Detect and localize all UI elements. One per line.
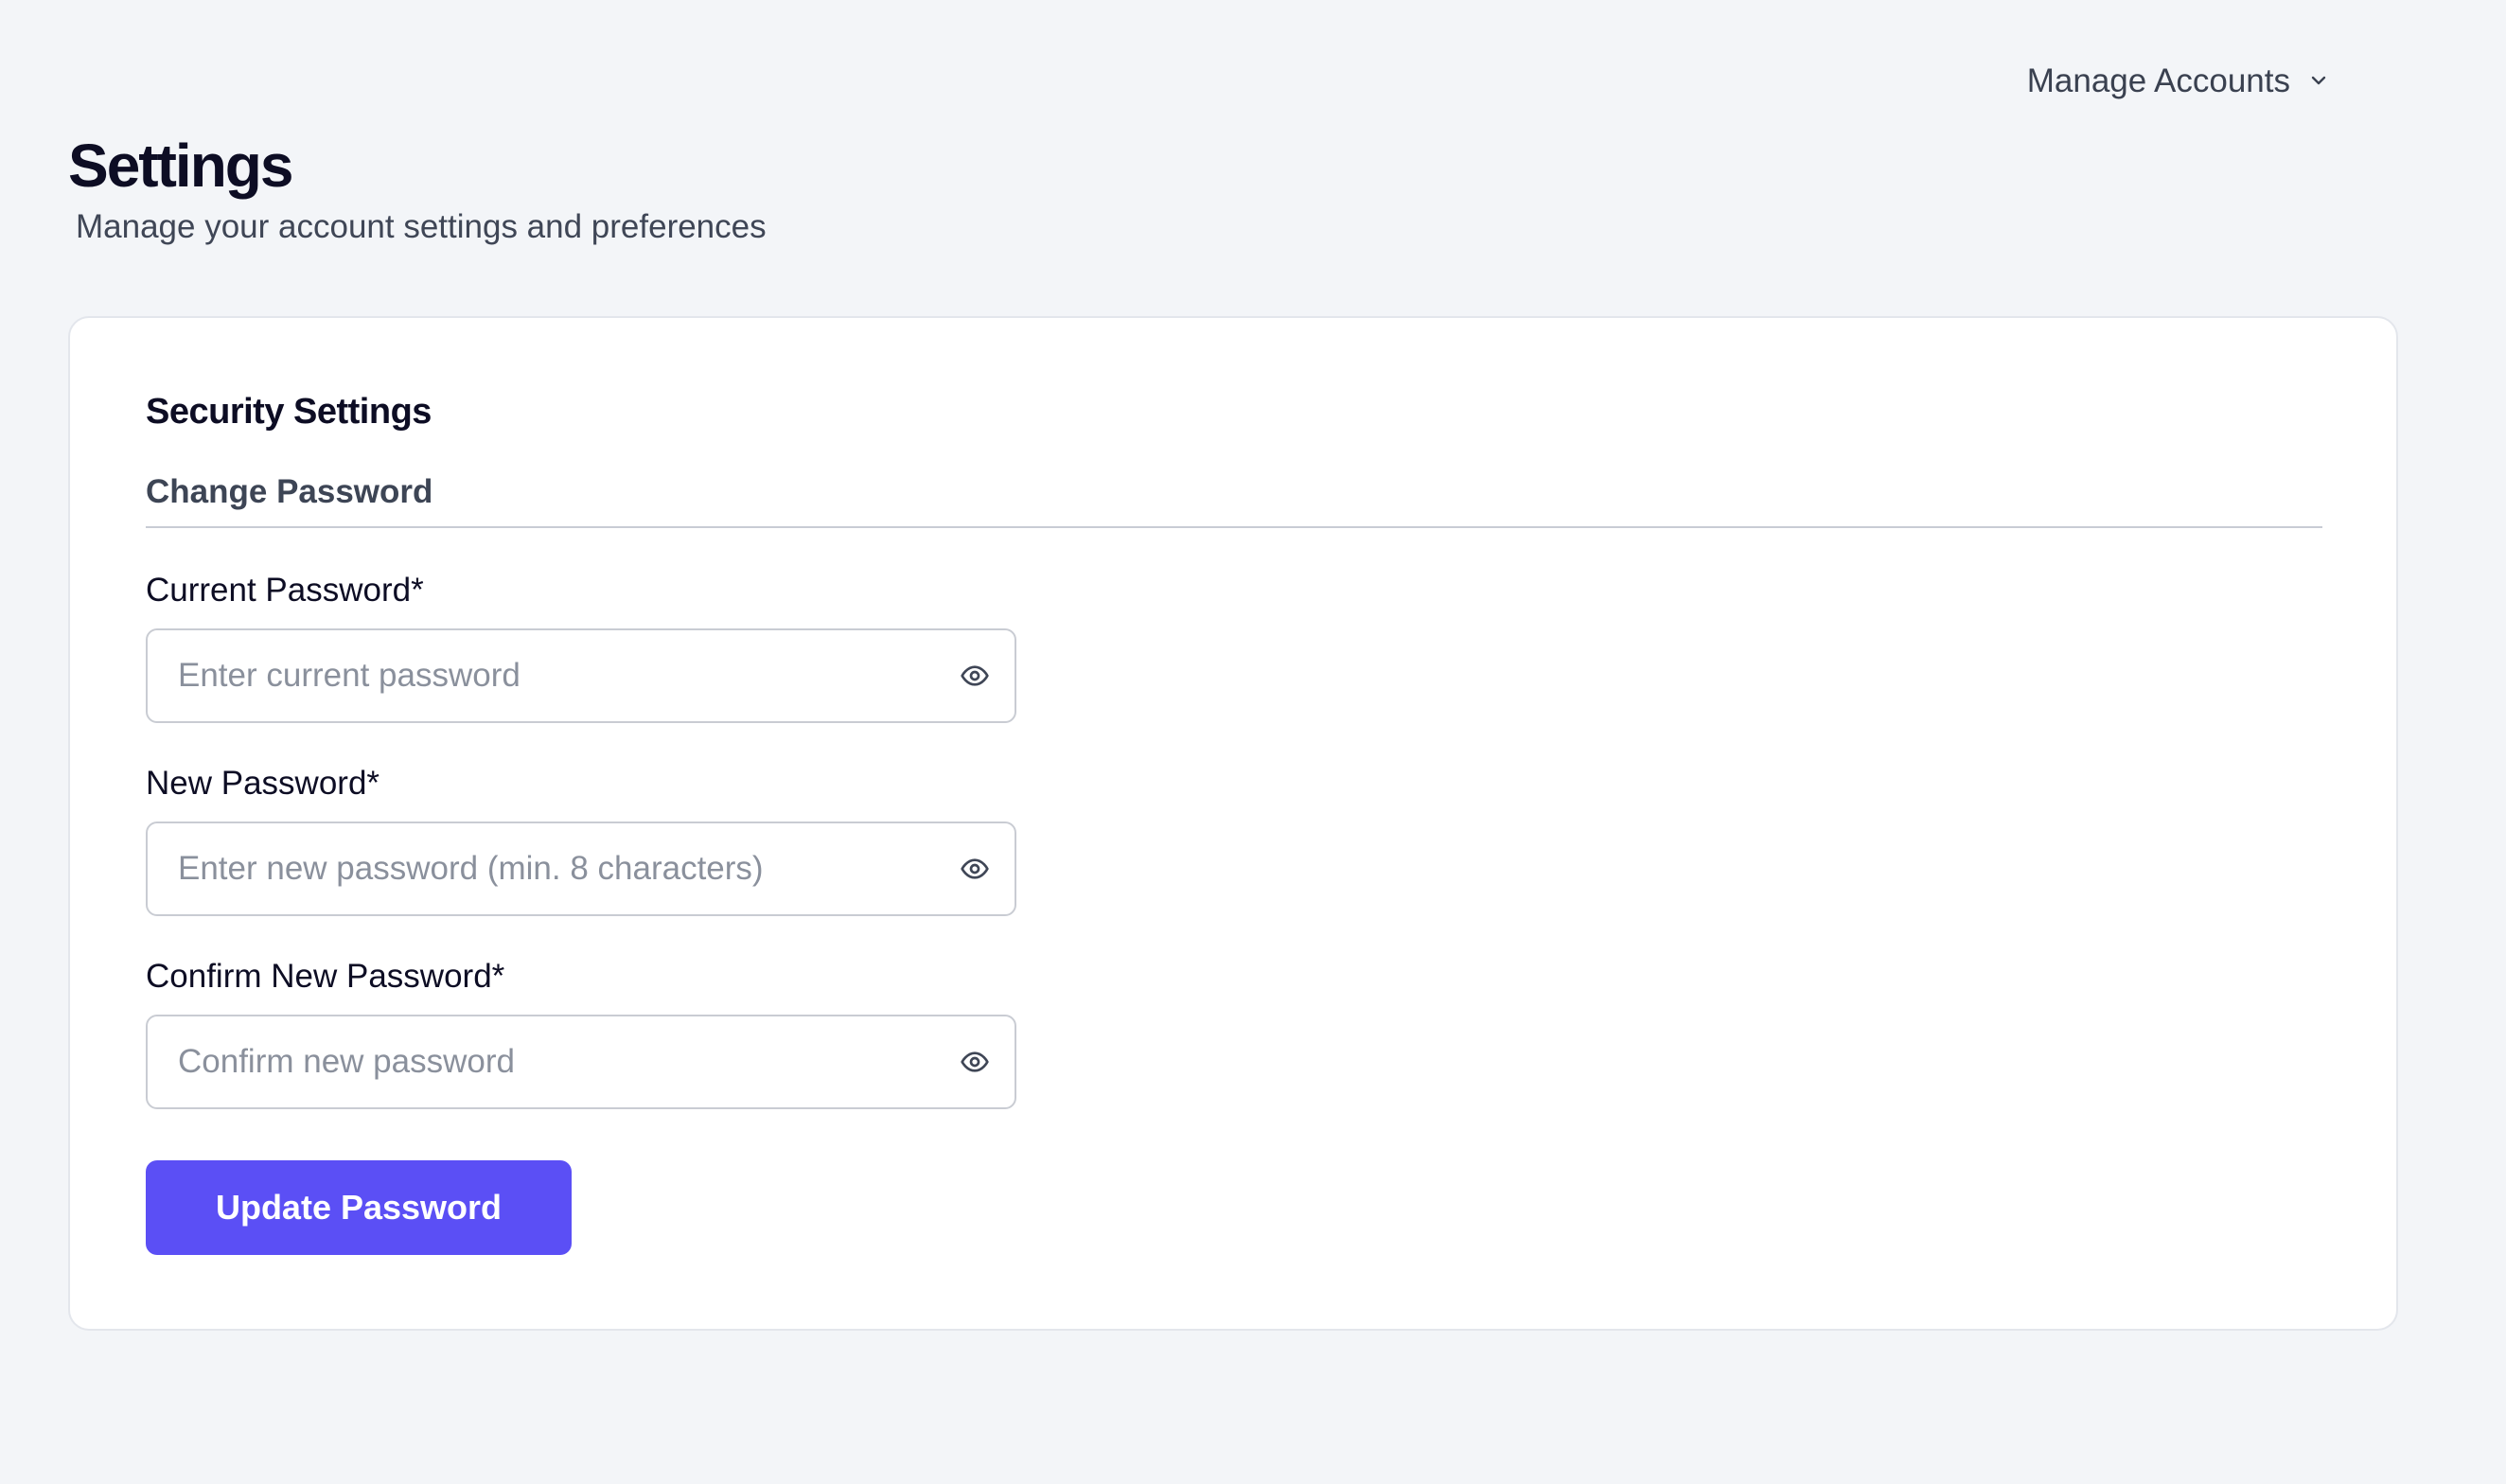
security-settings-card: Security Settings Change Password Curren… bbox=[68, 316, 2398, 1331]
new-password-input[interactable] bbox=[148, 823, 956, 914]
current-password-label: Current Password* bbox=[146, 572, 424, 609]
chevron-down-icon bbox=[2307, 62, 2330, 100]
new-password-label: New Password* bbox=[146, 765, 380, 802]
new-password-field bbox=[146, 822, 1016, 916]
confirm-password-label: Confirm New Password* bbox=[146, 958, 505, 995]
eye-icon[interactable] bbox=[956, 657, 994, 695]
page-subtitle: Manage your account settings and prefere… bbox=[76, 208, 767, 245]
update-password-button[interactable]: Update Password bbox=[146, 1160, 572, 1255]
eye-icon[interactable] bbox=[956, 1043, 994, 1081]
manage-accounts-label: Manage Accounts bbox=[2026, 62, 2290, 99]
manage-accounts-dropdown[interactable]: Manage Accounts bbox=[2027, 62, 2330, 100]
section-title: Security Settings bbox=[146, 392, 432, 432]
current-password-field bbox=[146, 628, 1016, 723]
current-password-input[interactable] bbox=[148, 630, 956, 721]
eye-icon[interactable] bbox=[956, 850, 994, 888]
section-divider bbox=[146, 526, 2322, 528]
subsection-title: Change Password bbox=[146, 473, 433, 510]
confirm-password-input[interactable] bbox=[148, 1016, 956, 1107]
page-title: Settings bbox=[68, 132, 293, 200]
confirm-password-field bbox=[146, 1015, 1016, 1109]
